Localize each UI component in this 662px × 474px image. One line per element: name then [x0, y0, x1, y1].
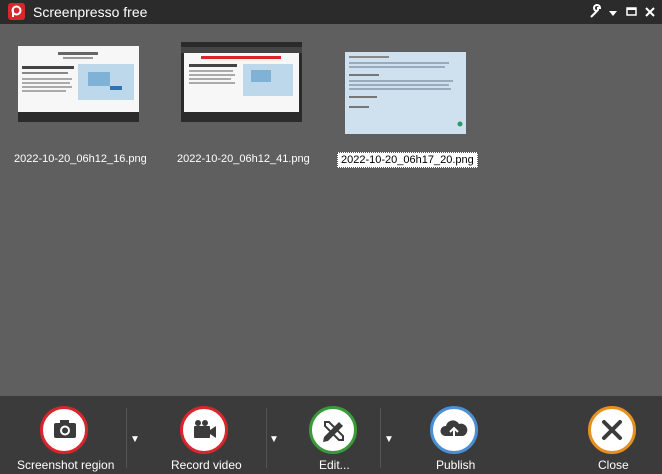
gallery-thumbnail-3[interactable]: [345, 52, 466, 134]
video-camera-icon: [180, 406, 228, 454]
window-title: Screenpresso free: [33, 4, 148, 20]
cloud-upload-icon: [430, 406, 478, 454]
title-bar: Screenpresso free: [0, 0, 662, 24]
close-button[interactable]: Close: [570, 396, 660, 474]
gallery-thumbnail-1[interactable]: [18, 46, 139, 122]
edit-dropdown-icon[interactable]: ▼: [384, 434, 394, 445]
camera-icon: [40, 406, 88, 454]
bottom-toolbar: Screenshot region ▼ Record video ▼ Edit.…: [0, 396, 662, 474]
record-video-label: Record video: [171, 458, 242, 472]
screenshot-gallery: 2022-10-20_06h12_16.png 2022-10-20_06h12…: [0, 24, 662, 396]
screenshot-dropdown-icon[interactable]: ▼: [130, 434, 140, 445]
toolbar-separator: [266, 408, 267, 468]
gallery-thumbnail-2[interactable]: [181, 42, 302, 122]
close-icon[interactable]: [644, 4, 656, 20]
screenshot-region-label: Screenshot region: [17, 458, 115, 472]
screenshot-region-button[interactable]: Screenshot region: [0, 396, 128, 474]
caret-down-icon[interactable]: [608, 4, 618, 20]
toolbar-separator: [126, 408, 127, 468]
screenpresso-logo-icon: [8, 3, 25, 20]
record-video-button[interactable]: Record video: [150, 396, 265, 474]
gallery-filename-2[interactable]: 2022-10-20_06h12_41.png: [177, 153, 310, 165]
maximize-icon[interactable]: [626, 4, 638, 20]
pencil-ruler-icon: [309, 406, 357, 454]
close-label: Close: [598, 458, 629, 472]
close-x-icon: [588, 406, 636, 454]
gallery-filename-3[interactable]: 2022-10-20_06h17_20.png: [337, 152, 478, 168]
wrench-icon[interactable]: [588, 4, 602, 20]
edit-button[interactable]: Edit...: [285, 396, 380, 474]
publish-button[interactable]: Publish: [410, 396, 505, 474]
record-dropdown-icon[interactable]: ▼: [269, 434, 279, 445]
toolbar-separator: [380, 408, 381, 468]
edit-label: Edit...: [319, 458, 350, 472]
gallery-filename-1[interactable]: 2022-10-20_06h12_16.png: [14, 153, 147, 165]
publish-label: Publish: [436, 458, 476, 472]
